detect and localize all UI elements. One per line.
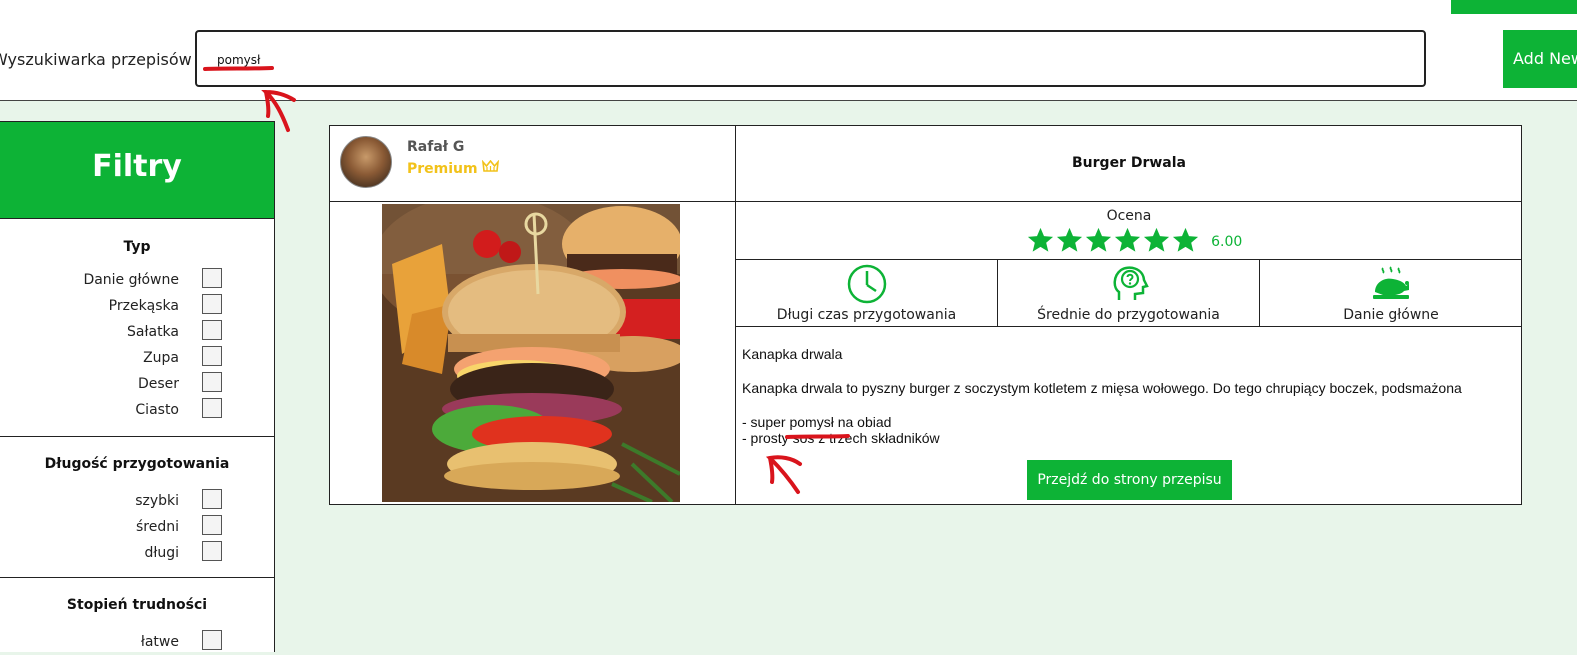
- filters-sidebar: Filtry Typ Danie główne Przekąska Sałatk…: [0, 121, 275, 652]
- filter-group-title: Długość przygotowania: [44, 456, 230, 472]
- description-line: - super pomysł na obiad: [742, 414, 892, 430]
- annotation-underline-description: [765, 434, 850, 494]
- premium-label: Premium: [407, 161, 478, 177]
- filter-checkbox-snack[interactable]: [202, 294, 222, 314]
- filter-checkbox-fast[interactable]: [202, 489, 222, 509]
- filter-option: Ciasto: [0, 397, 274, 423]
- recipe-photo[interactable]: [382, 204, 680, 502]
- rating-label: Ocena: [1106, 208, 1152, 224]
- filter-option-label: szybki: [135, 493, 179, 509]
- filter-checkbox-soup[interactable]: [202, 346, 222, 366]
- filter-option: Danie główne: [0, 267, 274, 293]
- filter-group-title: Typ: [123, 239, 151, 255]
- filter-group-difficulty: Stopień trudności łatwe: [0, 578, 274, 655]
- filter-checkbox-medium[interactable]: [202, 515, 222, 535]
- filter-checkbox-easy[interactable]: [202, 630, 222, 650]
- avatar[interactable]: [340, 136, 392, 188]
- star-icon: [1026, 226, 1055, 255]
- search-label: Wyszukiwarka przepisów: [0, 50, 192, 69]
- filter-option: Zupa: [0, 345, 274, 371]
- head-question-icon: [1109, 264, 1149, 304]
- roast-chicken-icon: [1371, 264, 1411, 304]
- filter-checkbox-salad[interactable]: [202, 320, 222, 340]
- rating-stars: 6.00: [1026, 226, 1242, 259]
- go-to-recipe-button[interactable]: Przejdź do strony przepisu: [1027, 460, 1232, 500]
- rating-value: 6.00: [1211, 234, 1243, 250]
- recipe-title[interactable]: Burger Drwala: [736, 126, 1522, 202]
- filter-option-label: Przekąska: [108, 298, 179, 314]
- description-body: Kanapka drwala to pyszny burger z soczys…: [742, 380, 1462, 396]
- crown-icon: [482, 159, 500, 177]
- star-icon: [1084, 226, 1113, 255]
- filter-checkbox-main-dish[interactable]: [202, 268, 222, 288]
- filter-option-label: Sałatka: [127, 324, 179, 340]
- filter-option-label: łatwe: [140, 634, 179, 650]
- info-difficulty: Średnie do przygotowania: [998, 260, 1259, 326]
- filter-option: Przekąska: [0, 293, 274, 319]
- filter-option-label: Danie główne: [83, 272, 179, 288]
- star-icon: [1142, 226, 1171, 255]
- info-label: Długi czas przygotowania: [776, 307, 957, 323]
- filter-checkbox-cake[interactable]: [202, 398, 222, 418]
- premium-badge: Premium: [407, 159, 500, 177]
- filter-option-label: średni: [135, 519, 179, 535]
- info-dish-type: Danie główne: [1260, 260, 1522, 326]
- filter-option: Sałatka: [0, 319, 274, 345]
- filter-checkbox-dessert[interactable]: [202, 372, 222, 392]
- filter-option-label: Ciasto: [135, 402, 179, 418]
- filter-option-label: Deser: [137, 376, 179, 392]
- filter-option: Deser: [0, 371, 274, 397]
- info-prep-time: Długi czas przygotowania: [736, 260, 997, 326]
- filter-option: szybki: [0, 488, 274, 514]
- search-input[interactable]: pomysł: [195, 30, 1426, 87]
- top-right-button-edge[interactable]: [1451, 0, 1577, 14]
- recipe-card: Rafał G Premium Burger Drwala Ocena 6.00…: [329, 125, 1522, 505]
- filter-group-type: Typ Danie główne Przekąska Sałatka Zupa …: [0, 219, 274, 437]
- filter-option-label: długi: [144, 545, 179, 561]
- author-name[interactable]: Rafał G: [407, 139, 464, 155]
- rating-block: Ocena 6.00: [736, 202, 1522, 260]
- info-label: Danie główne: [1343, 307, 1439, 323]
- star-icon: [1113, 226, 1142, 255]
- filter-group-title: Stopień trudności: [66, 597, 208, 613]
- info-label: Średnie do przygotowania: [1037, 307, 1220, 323]
- filter-option: długi: [0, 540, 274, 566]
- star-icon: [1171, 226, 1200, 255]
- filter-group-duration: Długość przygotowania szybki średni dług…: [0, 437, 274, 578]
- annotation-underline-search: [203, 66, 296, 132]
- card-divider: [330, 201, 735, 202]
- clock-icon: [847, 264, 887, 304]
- filter-option: łatwe: [0, 629, 274, 655]
- description-title: Kanapka drwala: [742, 346, 843, 362]
- add-new-button[interactable]: Add New: [1503, 30, 1577, 88]
- filter-option: średni: [0, 514, 274, 540]
- filter-checkbox-long[interactable]: [202, 541, 222, 561]
- recipe-info-row: Długi czas przygotowania Średnie do przy…: [736, 260, 1522, 327]
- filter-option-label: Zupa: [143, 350, 179, 366]
- star-icon: [1055, 226, 1084, 255]
